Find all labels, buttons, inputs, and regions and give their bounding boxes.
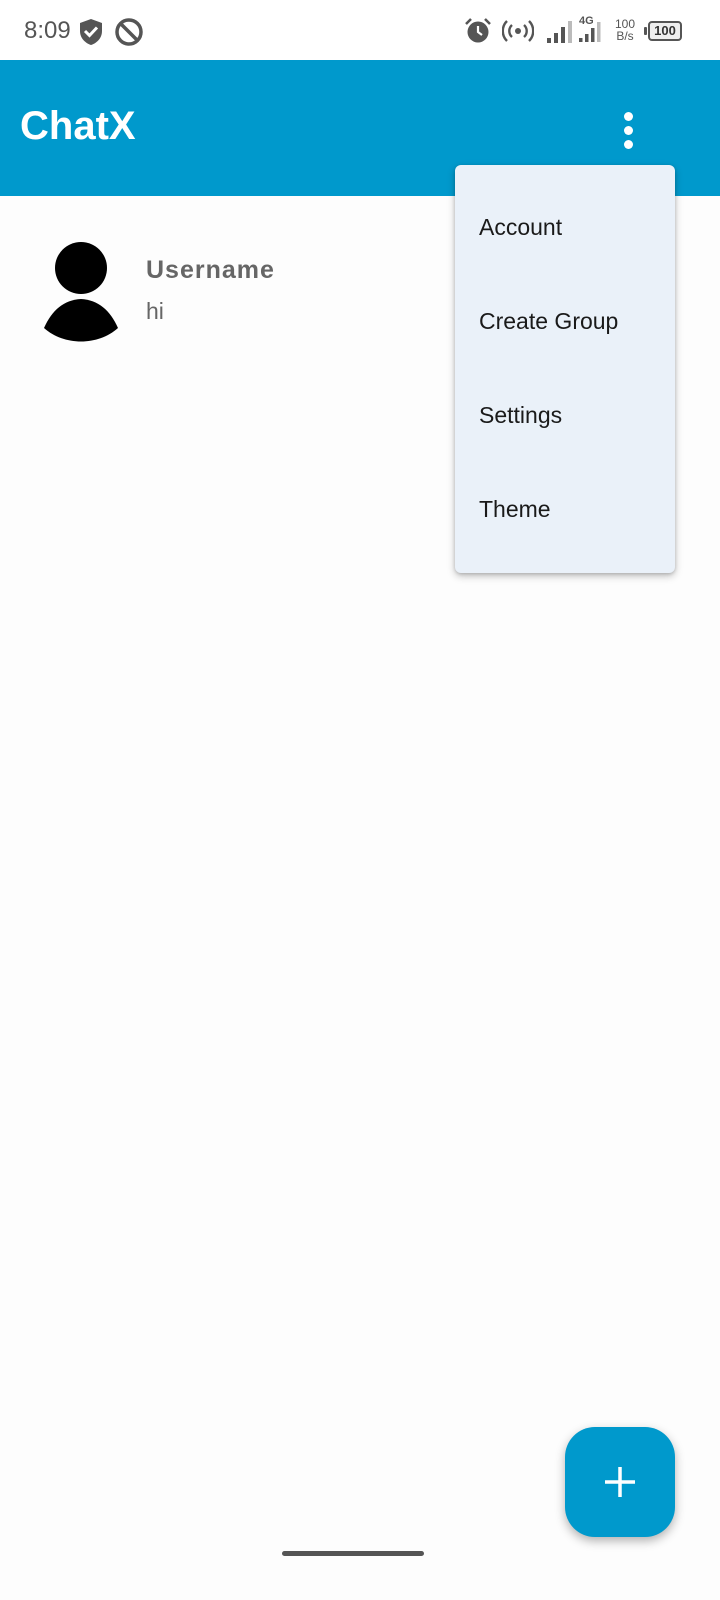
menu-item-create-group[interactable]: Create Group — [455, 274, 675, 368]
signal-4g-icon: 4G — [579, 15, 601, 42]
battery-icon: 100 — [644, 21, 682, 41]
person-icon — [44, 242, 118, 342]
new-chat-fab[interactable] — [565, 1427, 675, 1537]
overflow-menu: Account Create Group Settings Theme — [455, 165, 675, 573]
alarm-icon — [465, 18, 491, 43]
network-type: 4G — [579, 15, 594, 27]
more-options-button[interactable] — [612, 104, 648, 152]
plus-icon — [605, 1467, 635, 1497]
home-indicator[interactable] — [282, 1551, 424, 1556]
menu-item-settings[interactable]: Settings — [455, 368, 675, 462]
signal-icon — [547, 21, 572, 43]
hotspot-icon — [502, 20, 534, 42]
menu-item-theme[interactable]: Theme — [455, 462, 675, 556]
chat-last-message: hi — [146, 298, 164, 324]
menu-item-account[interactable]: Account — [455, 180, 675, 274]
net-speed: 100 B/s — [612, 18, 638, 42]
status-time: 8:09 — [24, 17, 71, 44]
app-title: ChatX — [20, 104, 136, 148]
sync-blocked-icon — [115, 18, 143, 46]
net-speed-unit: B/s — [616, 29, 634, 43]
shield-check-icon — [80, 19, 102, 45]
chat-username: Username — [146, 256, 275, 284]
status-bar: 8:09 4G 100 B/s 100 — [0, 0, 720, 60]
battery-level: 100 — [654, 23, 676, 38]
